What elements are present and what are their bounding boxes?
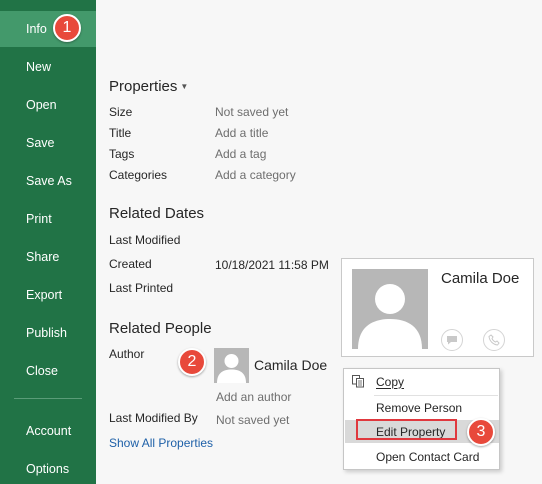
contact-card-name: Camila Doe — [441, 270, 520, 287]
nav-new[interactable]: New — [0, 49, 96, 85]
last-printed-label: Last Printed — [109, 281, 174, 295]
nav-new-label: New — [26, 60, 52, 74]
nav-account-label: Account — [26, 424, 72, 438]
step-badge-1-text: 1 — [62, 19, 72, 36]
step-badge-2: 2 — [178, 348, 206, 376]
created-label: Created — [109, 257, 152, 271]
nav-export[interactable]: Export — [0, 277, 96, 313]
contact-card: Camila Doe — [341, 258, 534, 357]
categories-field[interactable]: Add a category — [215, 168, 296, 182]
caret-down-icon: ▼ — [180, 82, 189, 91]
author-label: Author — [109, 347, 145, 361]
nav-save-label: Save — [26, 136, 55, 150]
nav-save[interactable]: Save — [0, 125, 96, 161]
last-modified-label: Last Modified — [109, 233, 181, 247]
nav-print[interactable]: Print — [0, 201, 96, 237]
author-avatar[interactable] — [214, 348, 249, 383]
contact-card-avatar — [352, 269, 428, 349]
menu-item-open-contact-card[interactable]: Open Contact Card — [345, 445, 499, 468]
nav-save-as[interactable]: Save As — [0, 163, 96, 199]
nav-print-label: Print — [26, 212, 52, 226]
highlight-box — [356, 419, 457, 440]
chat-icon[interactable] — [441, 329, 463, 351]
tags-field[interactable]: Add a tag — [215, 147, 266, 161]
step-badge-1: 1 — [53, 14, 81, 42]
chat-icon-glyph — [447, 336, 457, 345]
add-author-field[interactable]: Add an author — [216, 390, 291, 404]
properties-title: Properties — [109, 78, 178, 95]
nav-close-label: Close — [26, 364, 58, 378]
size-value: Not saved yet — [215, 105, 289, 119]
show-all-properties-link[interactable]: Show All Properties — [109, 436, 213, 450]
nav-info[interactable]: Info — [0, 11, 96, 47]
phone-icon[interactable] — [483, 329, 505, 351]
tags-label: Tags — [109, 147, 135, 161]
nav-export-label: Export — [26, 288, 63, 302]
nav-options[interactable]: Options — [0, 451, 96, 484]
menu-item-copy[interactable]: Copy — [345, 370, 499, 393]
created-value: 10/18/2021 11:58 PM — [215, 258, 329, 272]
nav-close[interactable]: Close — [0, 353, 96, 389]
sidebar-divider — [14, 398, 82, 399]
step-badge-3-text: 3 — [476, 423, 486, 440]
related-dates-title: Related Dates — [109, 205, 205, 222]
nav-open[interactable]: Open — [0, 87, 96, 123]
last-modified-by-label: Last Modified By — [109, 411, 198, 425]
menu-item-copy-label: Copy — [376, 374, 405, 389]
nav-save-as-label: Save As — [26, 174, 72, 188]
title-field[interactable]: Add a title — [215, 126, 268, 140]
related-people-title: Related People — [109, 320, 212, 337]
nav-publish[interactable]: Publish — [0, 315, 96, 351]
title-label: Title — [109, 126, 132, 140]
phone-icon-glyph — [488, 334, 500, 346]
nav-open-label: Open — [26, 98, 57, 112]
copy-icon — [351, 374, 365, 391]
last-modified-by-value: Not saved yet — [216, 413, 290, 427]
menu-item-open-contact-card-label: Open Contact Card — [376, 449, 480, 464]
size-label: Size — [109, 105, 133, 119]
person-silhouette-icon — [358, 284, 422, 349]
nav-options-label: Options — [26, 462, 70, 476]
step-badge-2-text: 2 — [187, 353, 197, 370]
step-badge-3: 3 — [467, 418, 495, 446]
nav-publish-label: Publish — [26, 326, 67, 340]
categories-label: Categories — [109, 168, 168, 182]
nav-share-label: Share — [26, 250, 60, 264]
person-silhouette-icon — [217, 354, 246, 383]
nav-account[interactable]: Account — [0, 413, 96, 449]
properties-dropdown[interactable]: Properties ▼ — [109, 78, 188, 95]
menu-item-remove-person-label: Remove Person — [376, 400, 463, 415]
nav-share[interactable]: Share — [0, 239, 96, 275]
author-name[interactable]: Camila Doe — [254, 357, 327, 373]
menu-item-remove-person[interactable]: Remove Person — [345, 396, 499, 419]
nav-info-label: Info — [26, 22, 47, 36]
backstage-sidebar: Info New Open Save Save As Print Share E… — [0, 0, 96, 484]
